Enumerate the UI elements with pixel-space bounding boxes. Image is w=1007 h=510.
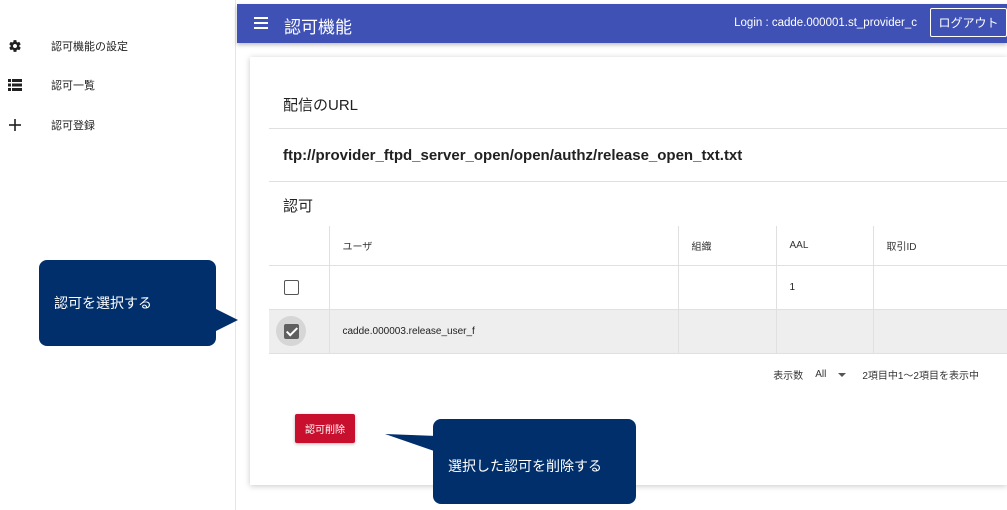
row-checkbox[interactable] <box>283 279 299 295</box>
per-page-select[interactable]: All <box>815 369 847 380</box>
row-checkbox-cell <box>269 309 329 354</box>
cell-aal <box>775 309 873 354</box>
table-header-row: ユーザ 組織 AAL 取引ID <box>269 226 1007 266</box>
cell-user <box>328 265 678 310</box>
callout-pointer <box>385 434 437 452</box>
caret-down-icon <box>838 372 847 377</box>
row-checkbox-checked[interactable] <box>283 323 299 339</box>
gear-icon <box>7 38 23 54</box>
cell-txid <box>872 309 1007 354</box>
per-page-value: All <box>815 369 827 380</box>
row-checkbox-cell <box>269 265 329 310</box>
cell-user: cadde.000003.release_user_f <box>328 309 678 354</box>
auth-section-title: 認可 <box>283 198 314 215</box>
callout-delete-text: 選択した認可を削除する <box>433 419 636 504</box>
sidebar-item-settings[interactable]: 認可機能の設定 <box>0 33 236 59</box>
app-bar: 認可機能 Login : cadde.000001.st_provider_c … <box>237 4 1007 43</box>
sidebar-item-label: 認可登録 <box>51 120 95 132</box>
cell-txid <box>872 265 1007 310</box>
url-section-title: 配信のURL <box>283 97 359 114</box>
pagination: 表示数 All 2項目中1〜2項目を表示中 <box>773 367 979 382</box>
plus-icon <box>7 117 23 133</box>
cell-org <box>677 265 776 310</box>
table-row[interactable]: cadde.000003.release_user_f <box>269 309 1007 354</box>
column-header-aal: AAL <box>775 226 873 266</box>
callout-select-text: 認可を選択する <box>39 260 216 346</box>
column-header-txid: 取引ID <box>872 226 1007 266</box>
cell-org <box>677 309 776 354</box>
sidebar-item-label: 認可機能の設定 <box>51 41 128 53</box>
divider <box>269 181 1007 182</box>
logout-button[interactable]: ログアウト <box>930 8 1007 37</box>
auth-table: ユーザ 組織 AAL 取引ID 1 cadde.000003.release_u… <box>269 226 1007 354</box>
per-page-label: 表示数 <box>773 371 804 382</box>
header-checkbox-cell <box>269 226 329 266</box>
app-title: 認可機能 <box>284 18 352 37</box>
sidebar-item-label: 認可一覧 <box>51 80 95 92</box>
menu-icon[interactable] <box>251 14 271 32</box>
column-header-user: ユーザ <box>328 226 678 266</box>
pagination-range: 2項目中1〜2項目を表示中 <box>862 371 979 382</box>
sidebar-item-list[interactable]: 認可一覧 <box>0 72 236 98</box>
column-header-org: 組織 <box>677 226 776 266</box>
table-row[interactable]: 1 <box>269 265 1007 310</box>
divider <box>269 128 1007 129</box>
sidebar-item-register[interactable]: 認可登録 <box>0 112 236 138</box>
list-icon <box>7 77 23 93</box>
sidebar: 認可機能の設定 認可一覧 認可登録 <box>0 0 236 510</box>
delete-auth-button[interactable]: 認可削除 <box>295 414 355 443</box>
login-info: Login : cadde.000001.st_provider_c <box>734 17 917 29</box>
release-url: ftp://provider_ftpd_server_open/open/aut… <box>283 147 743 164</box>
cell-aal: 1 <box>775 265 873 310</box>
